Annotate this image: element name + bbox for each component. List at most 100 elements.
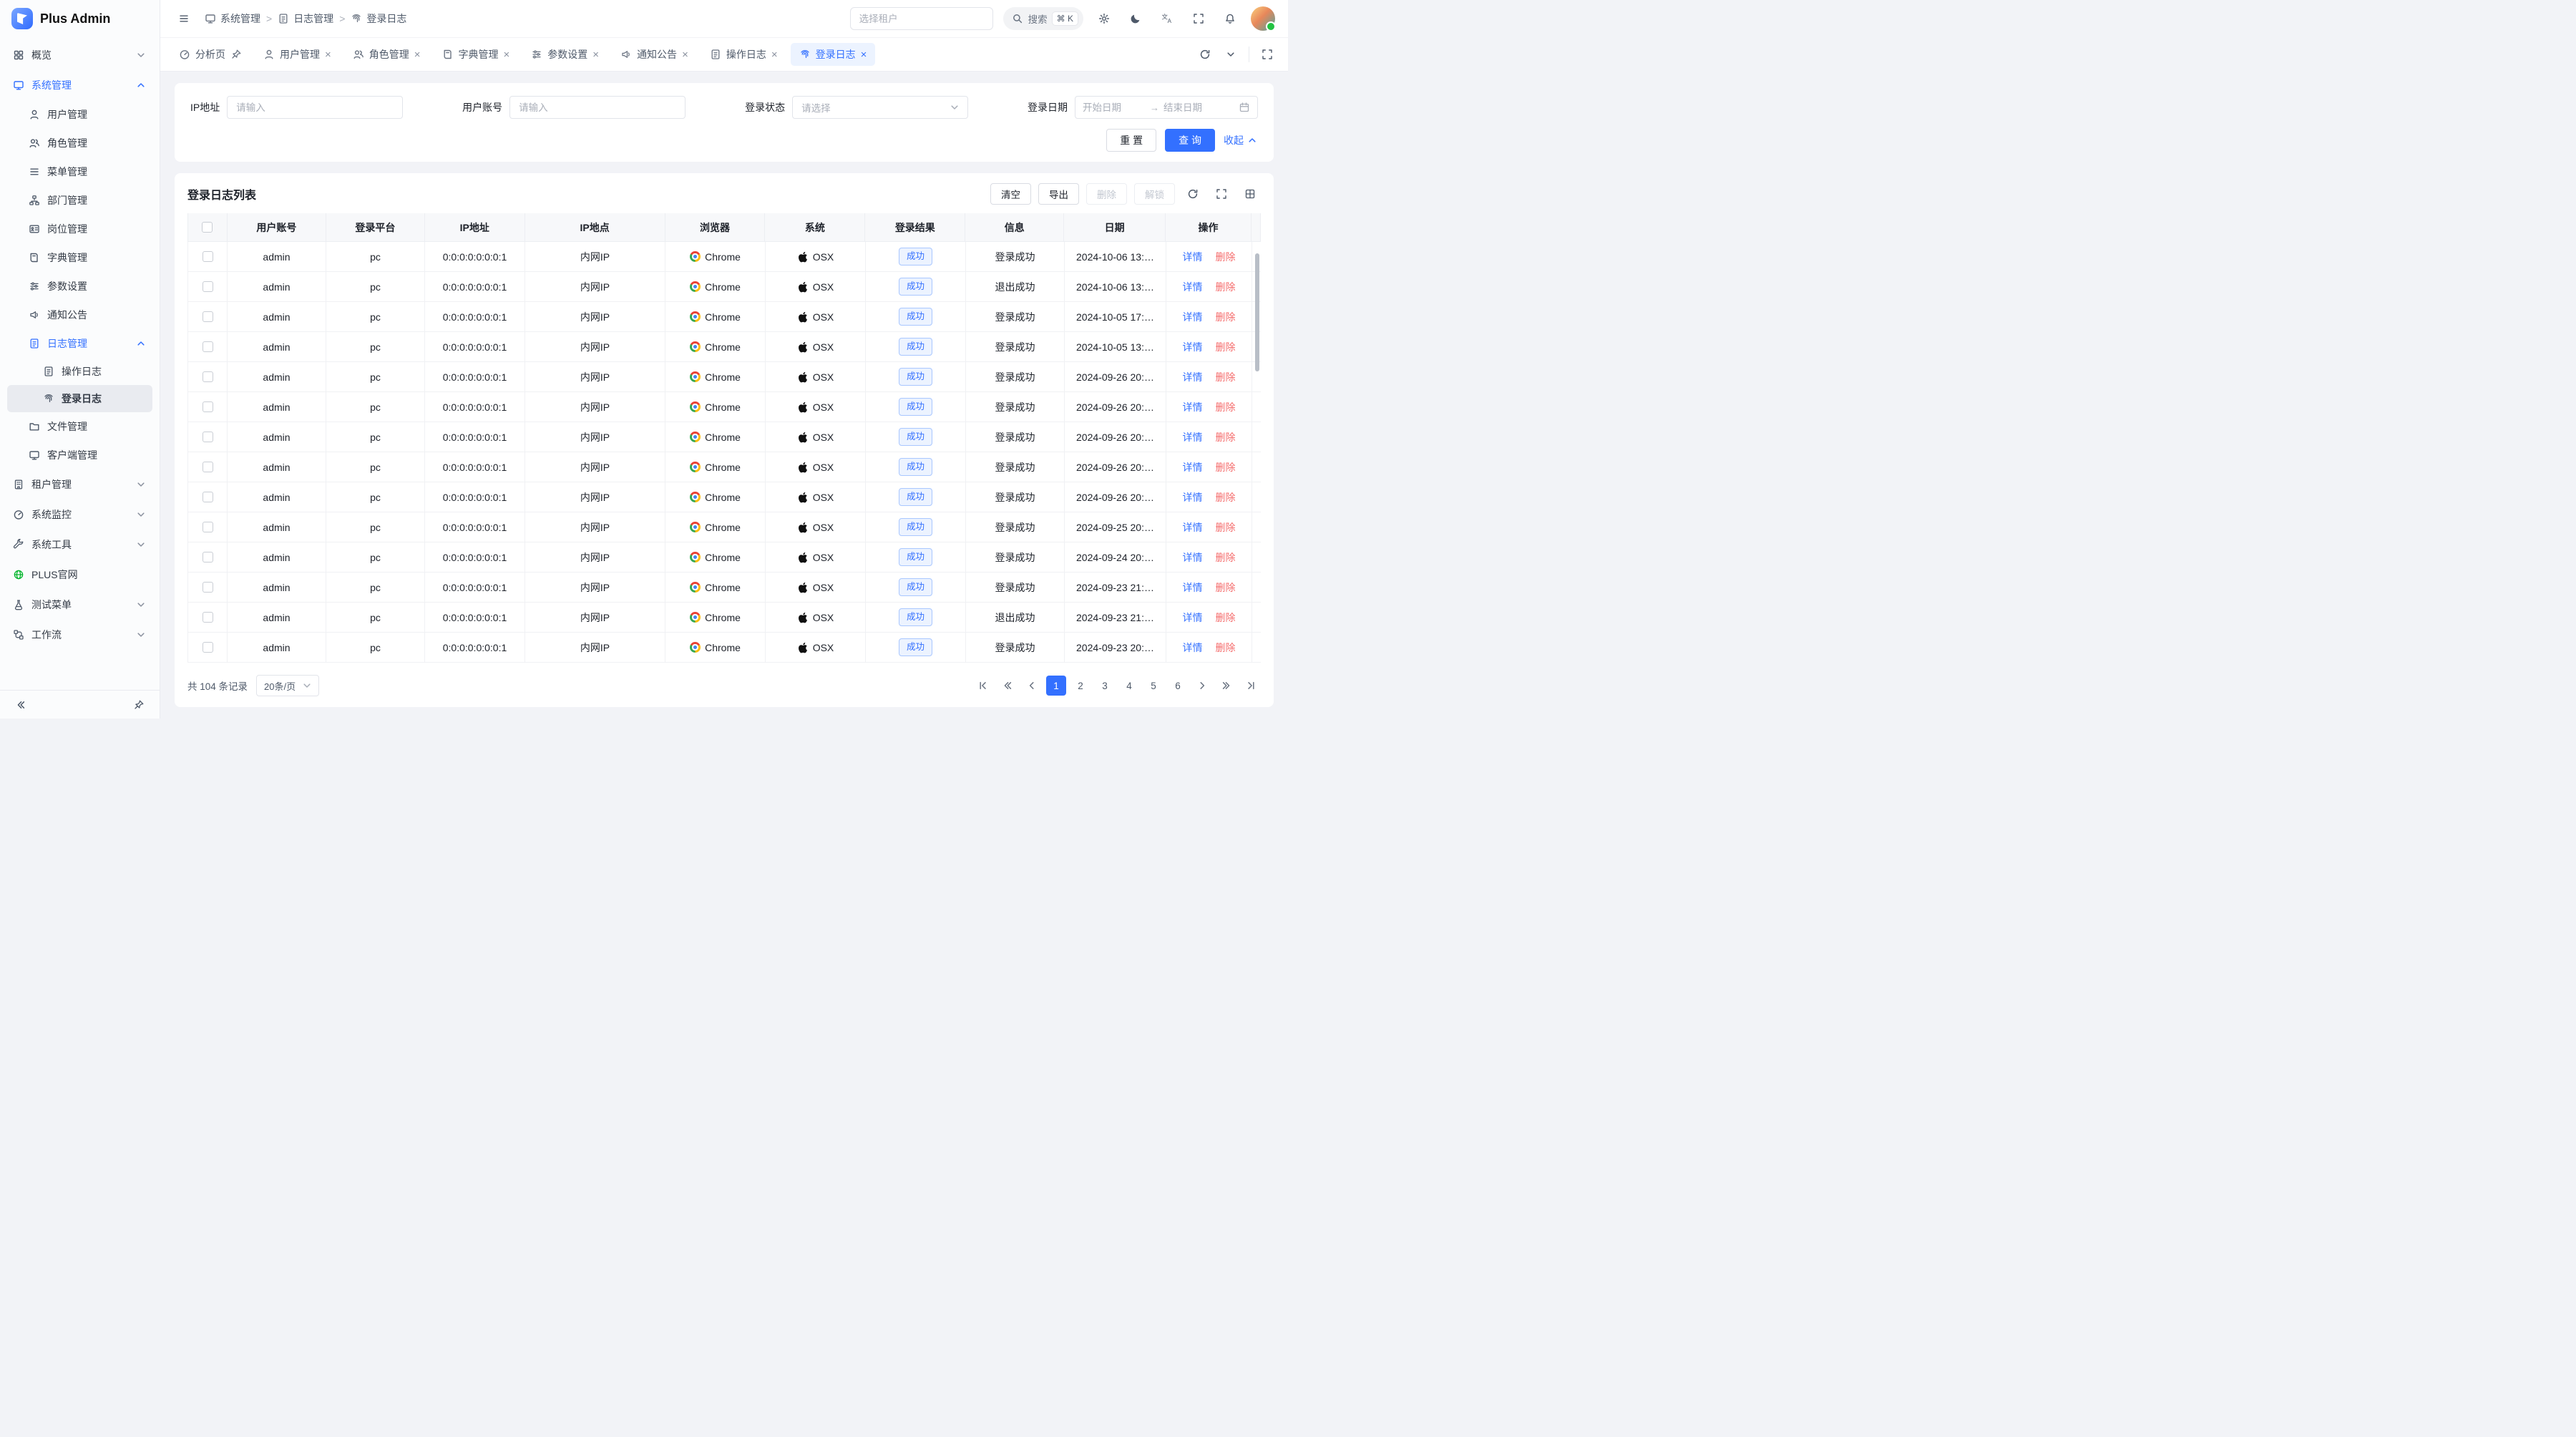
sidebar-item-monitor[interactable]: 系统监控: [7, 500, 152, 530]
detail-link[interactable]: 详情: [1183, 460, 1203, 474]
row-checkbox[interactable]: [203, 492, 213, 502]
logo[interactable]: Plus Admin: [0, 0, 160, 37]
row-checkbox[interactable]: [203, 281, 213, 292]
close-icon[interactable]: ×: [504, 49, 510, 60]
sidebar-item-test[interactable]: 测试菜单: [7, 590, 152, 620]
page-number-button[interactable]: 5: [1143, 676, 1163, 696]
table-row[interactable]: admin pc 0:0:0:0:0:0:0:1 内网IP Chrome: [187, 422, 1261, 452]
account-input[interactable]: [509, 96, 686, 119]
query-button[interactable]: 查 询: [1165, 129, 1215, 152]
sidebar-item-dict[interactable]: 字典管理: [7, 243, 152, 272]
first-page-button[interactable]: [973, 676, 993, 696]
close-icon[interactable]: ×: [414, 49, 421, 60]
detail-link[interactable]: 详情: [1183, 250, 1203, 264]
sidebar-item-dept[interactable]: 部门管理: [7, 186, 152, 215]
detail-link[interactable]: 详情: [1183, 610, 1203, 625]
language-button[interactable]: [1156, 8, 1178, 29]
sidebar-item-post[interactable]: 岗位管理: [7, 215, 152, 243]
table-row[interactable]: admin pc 0:0:0:0:0:0:0:1 内网IP Chrome: [187, 542, 1261, 573]
sidebar-item-tenant[interactable]: 租户管理: [7, 469, 152, 500]
detail-link[interactable]: 详情: [1183, 520, 1203, 535]
vertical-scrollbar[interactable]: [1255, 253, 1259, 371]
tab-user[interactable]: 用户管理 ×: [255, 43, 340, 66]
sidebar-item-workflow[interactable]: 工作流: [7, 620, 152, 650]
delete-link[interactable]: 删除: [1216, 430, 1236, 444]
close-icon[interactable]: ×: [771, 49, 778, 60]
date-range-picker[interactable]: →: [1075, 96, 1258, 119]
delete-link[interactable]: 删除: [1216, 610, 1236, 625]
delete-link[interactable]: 删除: [1216, 580, 1236, 595]
detail-link[interactable]: 详情: [1183, 370, 1203, 384]
ip-input[interactable]: [227, 96, 403, 119]
detail-link[interactable]: 详情: [1183, 580, 1203, 595]
tab-analysis[interactable]: 分析页: [170, 43, 250, 66]
detail-link[interactable]: 详情: [1183, 340, 1203, 354]
table-row[interactable]: admin pc 0:0:0:0:0:0:0:1 内网IP Chrome: [187, 362, 1261, 392]
sidebar-item-loginlog[interactable]: 登录日志: [7, 385, 152, 412]
dark-mode-toggle[interactable]: [1125, 8, 1146, 29]
row-checkbox[interactable]: [203, 552, 213, 562]
table-row[interactable]: admin pc 0:0:0:0:0:0:0:1 内网IP Chrome: [187, 302, 1261, 332]
row-checkbox[interactable]: [203, 522, 213, 532]
table-row[interactable]: admin pc 0:0:0:0:0:0:0:1 内网IP Chrome: [187, 272, 1261, 302]
column-header[interactable]: 用户账号: [228, 213, 326, 242]
page-number-button[interactable]: 4: [1119, 676, 1139, 696]
row-checkbox[interactable]: [203, 582, 213, 593]
date-end-input[interactable]: [1163, 102, 1226, 113]
table-row[interactable]: admin pc 0:0:0:0:0:0:0:1 内网IP Chrome: [187, 242, 1261, 272]
column-header[interactable]: 系统: [765, 213, 865, 242]
menu-toggle-button[interactable]: [173, 8, 195, 29]
settings-button[interactable]: [1093, 8, 1115, 29]
select-all-checkbox[interactable]: [202, 222, 213, 233]
delete-link[interactable]: 删除: [1216, 310, 1236, 324]
date-start-input[interactable]: [1083, 102, 1146, 113]
avatar[interactable]: [1251, 6, 1275, 31]
delete-link[interactable]: 删除: [1216, 370, 1236, 384]
table-row[interactable]: admin pc 0:0:0:0:0:0:0:1 内网IP Chrome: [187, 573, 1261, 603]
row-checkbox[interactable]: [203, 432, 213, 442]
collapse-sidebar-button[interactable]: [10, 694, 31, 716]
table-row[interactable]: admin pc 0:0:0:0:0:0:0:1 内网IP Chrome: [187, 452, 1261, 482]
global-search-button[interactable]: 搜索 ⌘ K: [1003, 7, 1083, 30]
row-checkbox[interactable]: [203, 311, 213, 322]
tenant-select-input[interactable]: [850, 7, 993, 30]
page-number-button[interactable]: 1: [1046, 676, 1066, 696]
detail-link[interactable]: 详情: [1183, 310, 1203, 324]
close-icon[interactable]: ×: [325, 49, 331, 60]
tab-dict[interactable]: 字典管理 ×: [434, 43, 519, 66]
detail-link[interactable]: 详情: [1183, 280, 1203, 294]
last-page-button[interactable]: [1241, 676, 1261, 696]
sidebar-item-log[interactable]: 日志管理: [7, 329, 152, 358]
detail-link[interactable]: 详情: [1183, 640, 1203, 655]
page-number-button[interactable]: 6: [1168, 676, 1188, 696]
table-row[interactable]: admin pc 0:0:0:0:0:0:0:1 内网IP Chrome: [187, 633, 1261, 663]
pin-sidebar-button[interactable]: [128, 694, 150, 716]
detail-link[interactable]: 详情: [1183, 550, 1203, 565]
delete-link[interactable]: 删除: [1216, 490, 1236, 505]
breadcrumb-item[interactable]: 日志管理: [278, 11, 333, 26]
prev-page-button[interactable]: [1022, 676, 1042, 696]
delete-link[interactable]: 删除: [1216, 340, 1236, 354]
pin-icon[interactable]: [230, 49, 242, 60]
sidebar-item-tool[interactable]: 系统工具: [7, 530, 152, 560]
refresh-table-button[interactable]: [1182, 183, 1204, 205]
breadcrumb-item[interactable]: 系统管理: [205, 11, 260, 26]
table-row[interactable]: admin pc 0:0:0:0:0:0:0:1 内网IP Chrome: [187, 392, 1261, 422]
delete-link[interactable]: 删除: [1216, 280, 1236, 294]
column-header[interactable]: IP地址: [425, 213, 525, 242]
sidebar-item-operlog[interactable]: 操作日志: [7, 358, 152, 385]
sidebar-item-menu[interactable]: 菜单管理: [7, 157, 152, 186]
sidebar-item-notice[interactable]: 通知公告: [7, 301, 152, 329]
sidebar-item-file[interactable]: 文件管理: [7, 412, 152, 441]
clear-button[interactable]: 清空: [990, 183, 1031, 205]
delete-link[interactable]: 删除: [1216, 460, 1236, 474]
detail-link[interactable]: 详情: [1183, 490, 1203, 505]
delete-link[interactable]: 删除: [1216, 250, 1236, 264]
table-row[interactable]: admin pc 0:0:0:0:0:0:0:1 内网IP Chrome: [187, 603, 1261, 633]
delete-button[interactable]: 删除: [1086, 183, 1127, 205]
sidebar-item-param[interactable]: 参数设置: [7, 272, 152, 301]
row-checkbox[interactable]: [203, 401, 213, 412]
sidebar-item-role[interactable]: 角色管理: [7, 129, 152, 157]
delete-link[interactable]: 删除: [1216, 520, 1236, 535]
status-select[interactable]: 请选择: [792, 96, 968, 119]
